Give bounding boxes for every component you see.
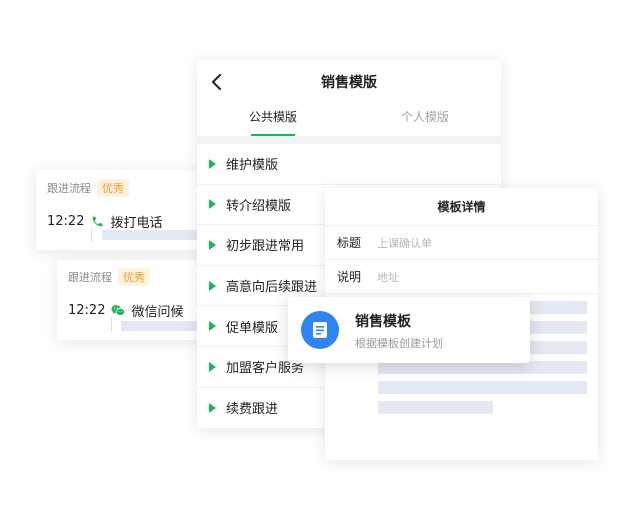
field-value: 上课确认单 bbox=[377, 236, 432, 250]
detail-title: 模板详情 bbox=[325, 188, 598, 226]
wechat-icon bbox=[111, 304, 126, 318]
expand-arrow-icon bbox=[209, 280, 216, 291]
template-tabs: 公共模版 个人模版 bbox=[197, 106, 501, 136]
placeholder-bar bbox=[378, 401, 493, 414]
quality-badge: 优秀 bbox=[97, 179, 129, 197]
followup-time: 12:22 bbox=[47, 214, 85, 229]
template-item-label: 续费跟进 bbox=[226, 402, 279, 418]
followup-label: 跟进流程 bbox=[68, 271, 112, 284]
popup-subtitle: 根据模板创建计划 bbox=[355, 337, 443, 350]
template-item-label: 维护模版 bbox=[226, 158, 279, 174]
field-label: 说明 bbox=[337, 270, 362, 284]
tab-personal-templates[interactable]: 个人模版 bbox=[349, 106, 501, 136]
tab-label: 个人模版 bbox=[400, 110, 449, 124]
placeholder-bar bbox=[378, 381, 587, 394]
followup-header: 跟进流程 优秀 bbox=[68, 268, 150, 286]
template-item-label: 转介绍模版 bbox=[226, 198, 292, 214]
expand-arrow-icon bbox=[209, 361, 216, 372]
popup-title: 销售模板 bbox=[355, 314, 411, 330]
placeholder-bar bbox=[102, 230, 202, 240]
expand-arrow-icon bbox=[209, 199, 216, 210]
followup-row[interactable]: 12:22 拨打电话 bbox=[47, 212, 162, 231]
expand-arrow-icon bbox=[209, 402, 216, 413]
timeline-line bbox=[111, 317, 112, 331]
placeholder-bar bbox=[121, 321, 205, 331]
description-field[interactable]: 说明 地址 bbox=[325, 260, 598, 294]
template-item-maintain[interactable]: 维护模版 bbox=[197, 144, 501, 185]
followup-action: 拨打电话 bbox=[110, 216, 163, 231]
followup-label: 跟进流程 bbox=[47, 182, 91, 195]
tab-label: 公共模版 bbox=[248, 110, 297, 124]
back-icon[interactable] bbox=[211, 74, 223, 90]
field-label: 标题 bbox=[337, 236, 362, 250]
template-item-label: 促单模版 bbox=[226, 320, 279, 336]
page-title: 销售模版 bbox=[321, 75, 377, 91]
template-item-label: 初步跟进常用 bbox=[226, 239, 305, 255]
template-item-label: 高意向后续跟进 bbox=[226, 280, 318, 296]
sales-template-popup[interactable]: 销售模板 根据模板创建计划 bbox=[288, 297, 530, 363]
template-header: 销售模版 bbox=[197, 60, 501, 104]
followup-card-wechat: 跟进流程 优秀 12:22 微信问候 bbox=[57, 260, 207, 340]
timeline-line bbox=[91, 228, 92, 242]
title-field[interactable]: 标题 上课确认单 bbox=[325, 226, 598, 260]
followup-row[interactable]: 12:22 微信问候 bbox=[68, 301, 183, 320]
expand-arrow-icon bbox=[209, 321, 216, 332]
followup-card-call: 跟进流程 优秀 12:22 拨打电话 bbox=[36, 170, 206, 250]
quality-badge: 优秀 bbox=[118, 268, 150, 286]
expand-arrow-icon bbox=[209, 158, 216, 169]
expand-arrow-icon bbox=[209, 239, 216, 250]
followup-action: 微信问候 bbox=[131, 305, 184, 320]
document-icon bbox=[301, 311, 339, 349]
tab-public-templates[interactable]: 公共模版 bbox=[197, 106, 349, 136]
section-divider bbox=[197, 136, 501, 144]
followup-time: 12:22 bbox=[68, 303, 106, 318]
field-value: 地址 bbox=[377, 270, 399, 284]
followup-header: 跟进流程 优秀 bbox=[47, 179, 129, 197]
phone-icon bbox=[90, 215, 104, 229]
